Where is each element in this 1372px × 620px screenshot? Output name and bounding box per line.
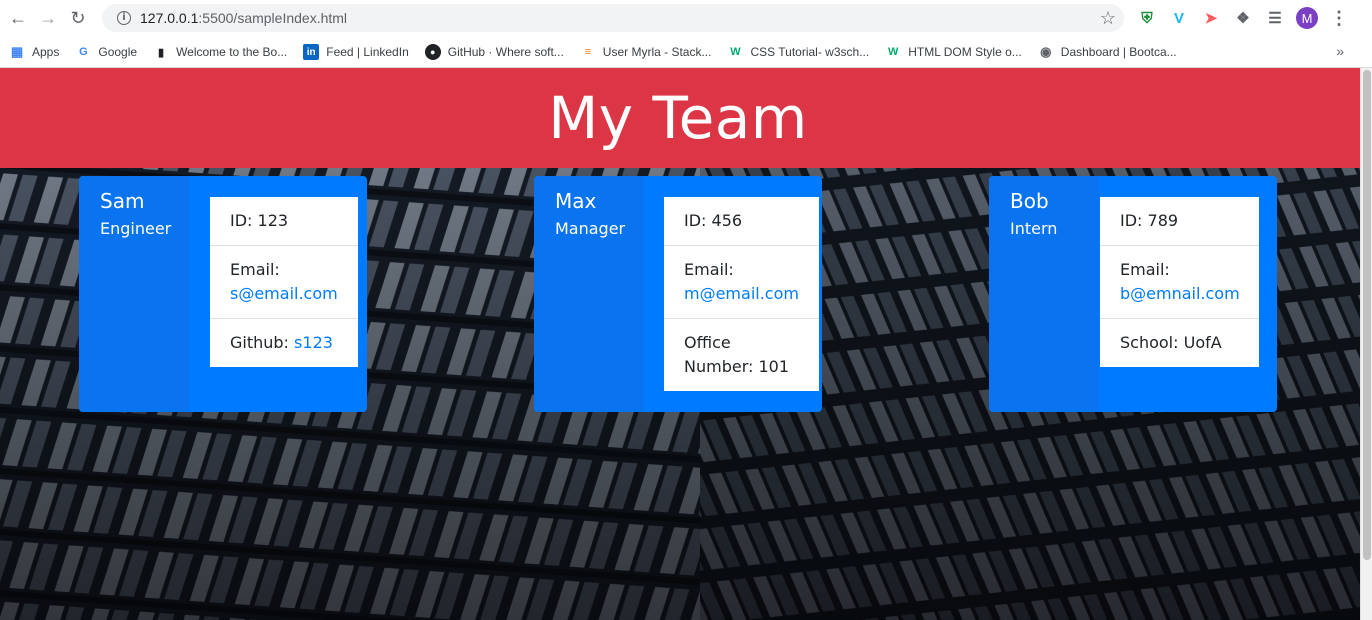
employee-card: Max Manager ID: 456 Email: m@email.com O… xyxy=(534,176,822,412)
employee-email-item: Email: s@email.com xyxy=(210,246,358,319)
bookmark-linkedin[interactable]: in Feed | LinkedIn xyxy=(303,44,409,60)
site-info-icon[interactable]: i xyxy=(112,11,136,25)
w3schools-icon: W xyxy=(730,46,741,58)
bookmark-star-icon[interactable]: ☆ xyxy=(1100,8,1116,29)
bookmark-github[interactable]: ● GitHub · Where soft... xyxy=(424,44,564,60)
employee-name: Bob xyxy=(1010,189,1049,213)
employee-email-link[interactable]: b@emnail.com xyxy=(1120,284,1240,303)
book-icon: ▮ xyxy=(158,46,165,59)
employee-details-list: ID: 123 Email: s@email.com Github: s123 xyxy=(210,197,358,367)
page-header: My Team xyxy=(0,68,1360,168)
employee-details-list: ID: 789 Email: b@emnail.com School: UofA xyxy=(1100,197,1259,367)
employee-details-list: ID: 456 Email: m@email.com Office Number… xyxy=(664,197,819,391)
bookmark-apps[interactable]: ▦ Apps xyxy=(9,44,60,60)
employee-card: Bob Intern ID: 789 Email: b@emnail.com S… xyxy=(989,176,1277,412)
vimeo-extension-icon[interactable]: V xyxy=(1167,6,1191,30)
employee-role: Engineer xyxy=(100,219,172,238)
employee-id: ID: 123 xyxy=(210,197,358,246)
scrollbar-thumb[interactable] xyxy=(1363,70,1371,560)
employee-email-item: Email: m@email.com xyxy=(664,246,819,319)
employee-name: Sam xyxy=(100,189,145,213)
bookmark-welcome[interactable]: ▮ Welcome to the Bo... xyxy=(153,44,287,60)
puzzle-extensions-icon[interactable]: ❖ xyxy=(1231,6,1255,30)
forward-arrow-icon[interactable]: → xyxy=(33,4,63,34)
url-text[interactable]: 127.0.0.1:5500/sampleIndex.html xyxy=(140,10,347,26)
profile-avatar[interactable]: M xyxy=(1296,7,1318,29)
shield-extension-icon[interactable]: ⛨ xyxy=(1135,6,1159,30)
globe-icon: ◉ xyxy=(1040,44,1052,59)
bookmark-html-dom[interactable]: W HTML DOM Style o... xyxy=(885,44,1022,60)
bookmark-css-tutorial[interactable]: W CSS Tutorial- w3sch... xyxy=(727,44,869,60)
apps-grid-icon: ▦ xyxy=(10,44,24,59)
employee-github-item: Github: s123 xyxy=(230,333,333,352)
bookmarks-overflow-icon[interactable]: » xyxy=(1336,43,1344,59)
page-viewport: My Team Sam Engineer ID: 123 Email: s@em… xyxy=(0,68,1360,620)
employee-github-link[interactable]: s123 xyxy=(294,333,333,352)
bookmarks-bar: ▦ Apps G Google ▮ Welcome to the Bo... i… xyxy=(0,37,1372,68)
employee-email-item: Email: b@emnail.com xyxy=(1100,246,1259,319)
employee-role: Manager xyxy=(555,219,626,238)
browser-toolbar: ← → ↻ i 127.0.0.1:5500/sampleIndex.html … xyxy=(0,0,1372,37)
bookmark-stackoverflow[interactable]: ≡ User Myrla - Stack... xyxy=(580,44,712,60)
w3schools-icon: W xyxy=(888,46,899,58)
linkedin-icon: in xyxy=(303,44,320,60)
employee-email-link[interactable]: s@email.com xyxy=(230,284,338,303)
reload-icon[interactable]: ↻ xyxy=(63,4,93,34)
employee-card: Sam Engineer ID: 123 Email: s@email.com … xyxy=(79,176,367,412)
github-icon: ● xyxy=(424,44,441,60)
employee-role: Intern xyxy=(1010,219,1058,238)
page-title: My Team xyxy=(548,84,808,152)
back-arrow-icon[interactable]: ← xyxy=(3,4,33,34)
google-icon: G xyxy=(79,46,88,58)
employee-email-link[interactable]: m@email.com xyxy=(684,284,799,303)
menu-kebab-icon[interactable]: ⋮ xyxy=(1330,6,1348,30)
employee-id: ID: 789 xyxy=(1100,197,1259,246)
pinboard-extension-icon[interactable]: ➤ xyxy=(1199,6,1223,30)
address-bar[interactable]: i 127.0.0.1:5500/sampleIndex.html ☆ xyxy=(102,4,1124,32)
employee-id: ID: 456 xyxy=(664,197,819,246)
bookmark-dashboard[interactable]: ◉ Dashboard | Bootca... xyxy=(1038,44,1177,60)
employee-name: Max xyxy=(555,189,597,213)
stackoverflow-icon: ≡ xyxy=(584,46,591,58)
employee-office-item: Office Number: 101 xyxy=(684,333,790,376)
employee-school-item: School: UofA xyxy=(1120,333,1222,352)
bookmark-google[interactable]: G Google xyxy=(75,44,137,60)
media-control-icon[interactable]: ☰ xyxy=(1263,6,1287,30)
page-scrollbar[interactable] xyxy=(1360,68,1372,620)
